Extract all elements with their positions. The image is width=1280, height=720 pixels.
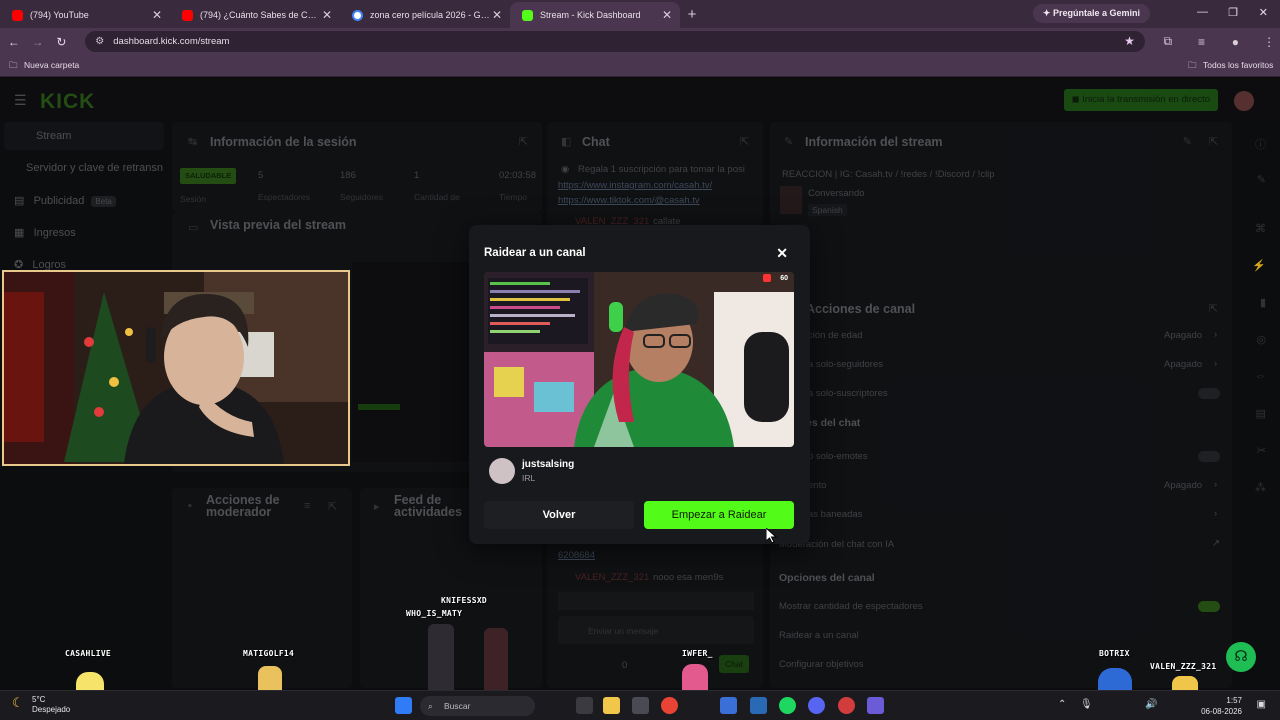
close-tab-icon[interactable]: ✕ <box>492 8 502 22</box>
store-icon[interactable] <box>632 697 649 714</box>
notifications-icon[interactable]: ▣ <box>1257 699 1266 710</box>
windows-start-icon[interactable] <box>395 697 412 714</box>
bookmark-folder[interactable]: Nueva carpeta <box>24 60 79 70</box>
webcam-overlay <box>2 270 350 466</box>
profile-avatar-icon[interactable]: ● <box>1224 35 1246 49</box>
vscode-icon[interactable] <box>750 697 767 714</box>
overlay-username: KNIFESSXD <box>441 596 488 605</box>
folder-icon: 🗀 <box>1188 60 1197 70</box>
back-icon[interactable]: ← <box>2 35 26 49</box>
raid-stream-thumbnail <box>484 272 794 447</box>
raid-stream-preview[interactable]: 60 <box>484 272 794 447</box>
url-text: dashboard.kick.com/stream <box>113 36 230 47</box>
menu-icon[interactable]: ⋮ <box>1258 35 1280 49</box>
overlay-username: IWFER_ <box>682 649 713 658</box>
spotify-icon[interactable] <box>779 697 796 714</box>
chevron-up-icon[interactable]: ⌃ <box>1058 699 1066 710</box>
volume-icon[interactable]: 🔊 <box>1145 699 1157 710</box>
file-explorer-icon[interactable] <box>603 697 620 714</box>
bookmark-star-icon[interactable]: ★ <box>1124 34 1135 48</box>
overlay-username: VALEN_ZZZ_321 <box>1150 662 1217 671</box>
tab-kick-dashboard[interactable]: Stream - Kick Dashboard ✕ <box>510 2 680 28</box>
moon-icon: ☾ <box>12 695 24 710</box>
search-icon: ⌕ <box>428 701 433 711</box>
close-tab-icon[interactable]: ✕ <box>152 8 162 22</box>
reload-icon[interactable]: ↻ <box>50 35 74 49</box>
tab-label: (794) ¿Cuánto Sabes de Cultura <box>200 10 320 20</box>
extensions-icon[interactable]: ⧉ <box>1157 34 1179 49</box>
tab-label: Stream - Kick Dashboard <box>540 10 641 20</box>
close-window-icon[interactable]: ✕ <box>1259 6 1268 19</box>
tab-label: zona cero película 2026 - Goog <box>370 10 490 20</box>
modal-title: Raidear a un canal <box>484 247 586 259</box>
media-icon[interactable]: ≡ <box>1191 35 1213 49</box>
temperature: 5°C <box>32 695 46 704</box>
back-button[interactable]: Volver <box>484 501 634 529</box>
url-field[interactable]: ⚙ dashboard.kick.com/stream ★ <box>85 31 1145 52</box>
mouse-cursor-icon <box>766 528 778 544</box>
windows-taskbar: ☾ 5°C Despejado ⌕ Buscar ⌃ 🎙 🔊 1:57 06-0… <box>0 690 1280 720</box>
search-label: Buscar <box>444 701 471 711</box>
headset-support-icon[interactable]: ☊ <box>1226 642 1256 672</box>
bookmarks-bar: 🗀 Nueva carpeta 🗀 Todos los favoritos <box>0 55 1280 77</box>
preview-viewer-count: 60 <box>780 275 788 282</box>
minimize-icon[interactable]: — <box>1197 6 1208 18</box>
screen: (794) YouTube ✕ (794) ¿Cuánto Sabes de C… <box>0 0 1280 720</box>
chrome-icon[interactable] <box>661 697 678 714</box>
tab-youtube-2[interactable]: (794) ¿Cuánto Sabes de Cultura ✕ <box>170 2 340 28</box>
clock-time: 1:57 <box>1226 696 1242 705</box>
app-icon[interactable] <box>720 697 737 714</box>
folder-icon: 🗀 <box>9 60 18 70</box>
all-bookmarks[interactable]: Todos los favoritos <box>1203 60 1273 70</box>
forward-icon[interactable]: → <box>26 35 50 49</box>
discord-icon[interactable] <box>808 697 825 714</box>
site-settings-icon[interactable]: ⚙ <box>95 36 104 47</box>
close-icon[interactable]: ✕ <box>776 245 788 262</box>
overlay-username: CASAHLIVE <box>65 649 112 658</box>
clock-date: 06-08-2026 <box>1201 707 1242 716</box>
app-icon[interactable] <box>838 697 855 714</box>
taskbar-search[interactable]: ⌕ Buscar <box>420 696 535 716</box>
task-view-icon[interactable] <box>576 697 593 714</box>
close-tab-icon[interactable]: ✕ <box>322 8 332 22</box>
app-icon[interactable] <box>867 697 884 714</box>
new-tab-button[interactable]: + <box>680 2 704 28</box>
gemini-button[interactable]: ✦ Pregúntale a Gemini <box>1032 4 1150 23</box>
youtube-favicon-icon <box>182 10 193 21</box>
raid-modal: Raidear a un canal ✕ 60 justsalsing IRL … <box>469 225 810 544</box>
browser-tab-bar: (794) YouTube ✕ (794) ¿Cuánto Sabes de C… <box>0 0 1280 28</box>
close-tab-icon[interactable]: ✕ <box>662 8 672 22</box>
youtube-favicon-icon <box>12 10 23 21</box>
google-favicon-icon <box>352 10 363 21</box>
channel-avatar <box>489 458 515 484</box>
channel-category: IRL <box>522 473 536 483</box>
microphone-icon[interactable]: 🎙 <box>1080 699 1093 710</box>
tab-youtube[interactable]: (794) YouTube ✕ <box>0 2 170 28</box>
address-bar-row: ← → ↻ ⚙ dashboard.kick.com/stream ★ ⧉ ≡ … <box>0 28 1280 55</box>
start-raid-button[interactable]: Empezar a Raidear <box>644 501 794 529</box>
overlay-username: MATIGOLF14 <box>243 649 295 658</box>
overlay-username: WHO_IS_MATY <box>406 609 463 618</box>
channel-name: justsalsing <box>522 459 575 470</box>
weather-condition: Despejado <box>32 705 71 714</box>
kick-favicon-icon <box>522 10 533 21</box>
gemini-label: Pregúntale a Gemini <box>1052 8 1140 18</box>
tab-google[interactable]: zona cero película 2026 - Goog ✕ <box>340 2 510 28</box>
maximize-icon[interactable]: ❐ <box>1228 6 1238 19</box>
raid-channel-info[interactable]: justsalsing IRL <box>489 456 789 486</box>
clock[interactable]: 1:57 06-08-2026 <box>1201 695 1242 717</box>
tab-label: (794) YouTube <box>30 10 89 20</box>
webcam-video <box>4 272 348 464</box>
overlay-username: BOTRIX <box>1099 649 1130 658</box>
